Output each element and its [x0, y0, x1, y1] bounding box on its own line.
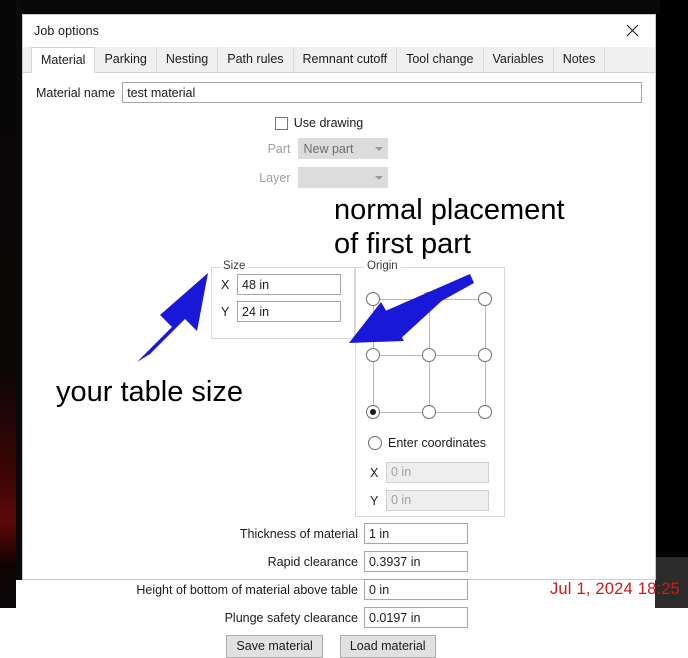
- layer-row: Layer: [23, 167, 655, 188]
- part-row: Part New part: [23, 138, 655, 159]
- thickness-of-material-label: Thickness of material: [239, 526, 358, 541]
- chevron-down-icon: [374, 146, 383, 151]
- material-name-input[interactable]: [122, 82, 642, 103]
- dialog-titlebar: Job options: [23, 15, 655, 47]
- rapid-clearance-row: Rapid clearance: [23, 551, 657, 572]
- size-group: Size X Y: [211, 260, 355, 339]
- origin-radio-bottom-left[interactable]: [366, 405, 380, 419]
- load-material-button[interactable]: Load material: [339, 635, 436, 658]
- rapid-clearance-label: Rapid clearance: [267, 554, 358, 569]
- plunge-safety-clearance-label: Plunge safety clearance: [224, 610, 358, 625]
- layer-label: Layer: [259, 170, 291, 185]
- tab-parking[interactable]: Parking: [95, 47, 157, 72]
- origin-x-row: X 0 in: [370, 462, 489, 483]
- tab-path-rules[interactable]: Path rules: [218, 47, 294, 72]
- tab-notes[interactable]: Notes: [553, 47, 606, 72]
- height-of-bottom-of-material-row: Height of bottom of material above table: [23, 579, 657, 600]
- size-x-label: X: [221, 277, 230, 292]
- use-drawing-row: Use drawing: [23, 116, 655, 130]
- origin-group: Origin Enter coordinates X 0 in Y 0 in: [355, 260, 505, 517]
- chevron-down-icon: [374, 175, 383, 180]
- origin-radio-top-center[interactable]: [422, 292, 436, 306]
- origin-group-legend: Origin: [364, 260, 401, 272]
- enter-coordinates-radio[interactable]: [368, 436, 382, 450]
- layer-select[interactable]: [297, 167, 388, 188]
- origin-x-input[interactable]: 0 in: [386, 462, 489, 483]
- material-parameters-list: Thickness of material Rapid clearance He…: [23, 523, 657, 658]
- save-material-button[interactable]: Save material: [226, 635, 323, 658]
- material-name-label: Material name: [36, 85, 116, 100]
- size-y-input[interactable]: [237, 301, 341, 322]
- thickness-of-material-row: Thickness of material: [23, 523, 657, 544]
- material-name-row: Material name: [23, 73, 655, 103]
- size-x-input[interactable]: [237, 274, 341, 295]
- dialog-action-buttons: Save material Load material: [23, 635, 657, 658]
- rapid-clearance-input[interactable]: [364, 551, 468, 572]
- tab-remnant-cutoff[interactable]: Remnant cutoff: [293, 47, 398, 72]
- plunge-safety-clearance-row: Plunge safety clearance: [23, 607, 657, 628]
- origin-y-label: Y: [370, 493, 379, 508]
- size-group-legend: Size: [220, 260, 249, 272]
- origin-radio-bottom-center[interactable]: [422, 405, 436, 419]
- height-of-bottom-of-material-label: Height of bottom of material above table: [136, 582, 358, 597]
- material-tab-panel: Material name Use drawing Part New part …: [23, 73, 655, 658]
- origin-x-label: X: [370, 465, 379, 480]
- enter-coordinates-label: Enter coordinates: [388, 436, 486, 450]
- origin-radio-top-right[interactable]: [478, 292, 492, 306]
- use-drawing-checkbox[interactable]: [274, 116, 288, 130]
- origin-radio-middle-left[interactable]: [366, 348, 380, 362]
- size-x-row: X: [212, 274, 354, 295]
- job-options-dialog: Job options Material Parking Nesting Pat…: [22, 14, 656, 658]
- use-drawing-label: Use drawing: [293, 116, 364, 130]
- close-icon[interactable]: [610, 15, 655, 46]
- height-of-bottom-of-material-input[interactable]: [364, 579, 468, 600]
- origin-position-grid: [366, 292, 494, 420]
- size-y-row: Y: [212, 301, 354, 322]
- desktop-dark-panel-bottom-right: [655, 557, 688, 608]
- origin-radio-middle-right[interactable]: [478, 348, 492, 362]
- part-select-value: New part: [303, 141, 354, 156]
- dialog-title: Job options: [34, 24, 100, 38]
- desktop-dark-bar-top: [0, 0, 660, 14]
- desktop-dark-panel-right: [655, 0, 688, 557]
- tab-tool-change[interactable]: Tool change: [397, 47, 484, 72]
- thickness-of-material-input[interactable]: [364, 523, 468, 544]
- origin-y-input[interactable]: 0 in: [386, 490, 489, 511]
- origin-radio-bottom-right[interactable]: [478, 405, 492, 419]
- enter-coordinates-row: Enter coordinates: [368, 436, 486, 450]
- plunge-safety-clearance-input[interactable]: [364, 607, 468, 628]
- tab-nesting[interactable]: Nesting: [156, 47, 219, 72]
- desktop-red-strip-left: [0, 0, 16, 608]
- origin-radio-middle-center[interactable]: [422, 348, 436, 362]
- part-select[interactable]: New part: [297, 138, 388, 159]
- size-y-label: Y: [221, 304, 230, 319]
- tab-strip: Material Parking Nesting Path rules Remn…: [23, 47, 655, 73]
- origin-radio-top-left[interactable]: [366, 292, 380, 306]
- part-label: Part: [267, 141, 291, 156]
- tab-variables[interactable]: Variables: [483, 47, 554, 72]
- origin-y-row: Y 0 in: [370, 490, 489, 511]
- tab-material[interactable]: Material: [31, 47, 96, 73]
